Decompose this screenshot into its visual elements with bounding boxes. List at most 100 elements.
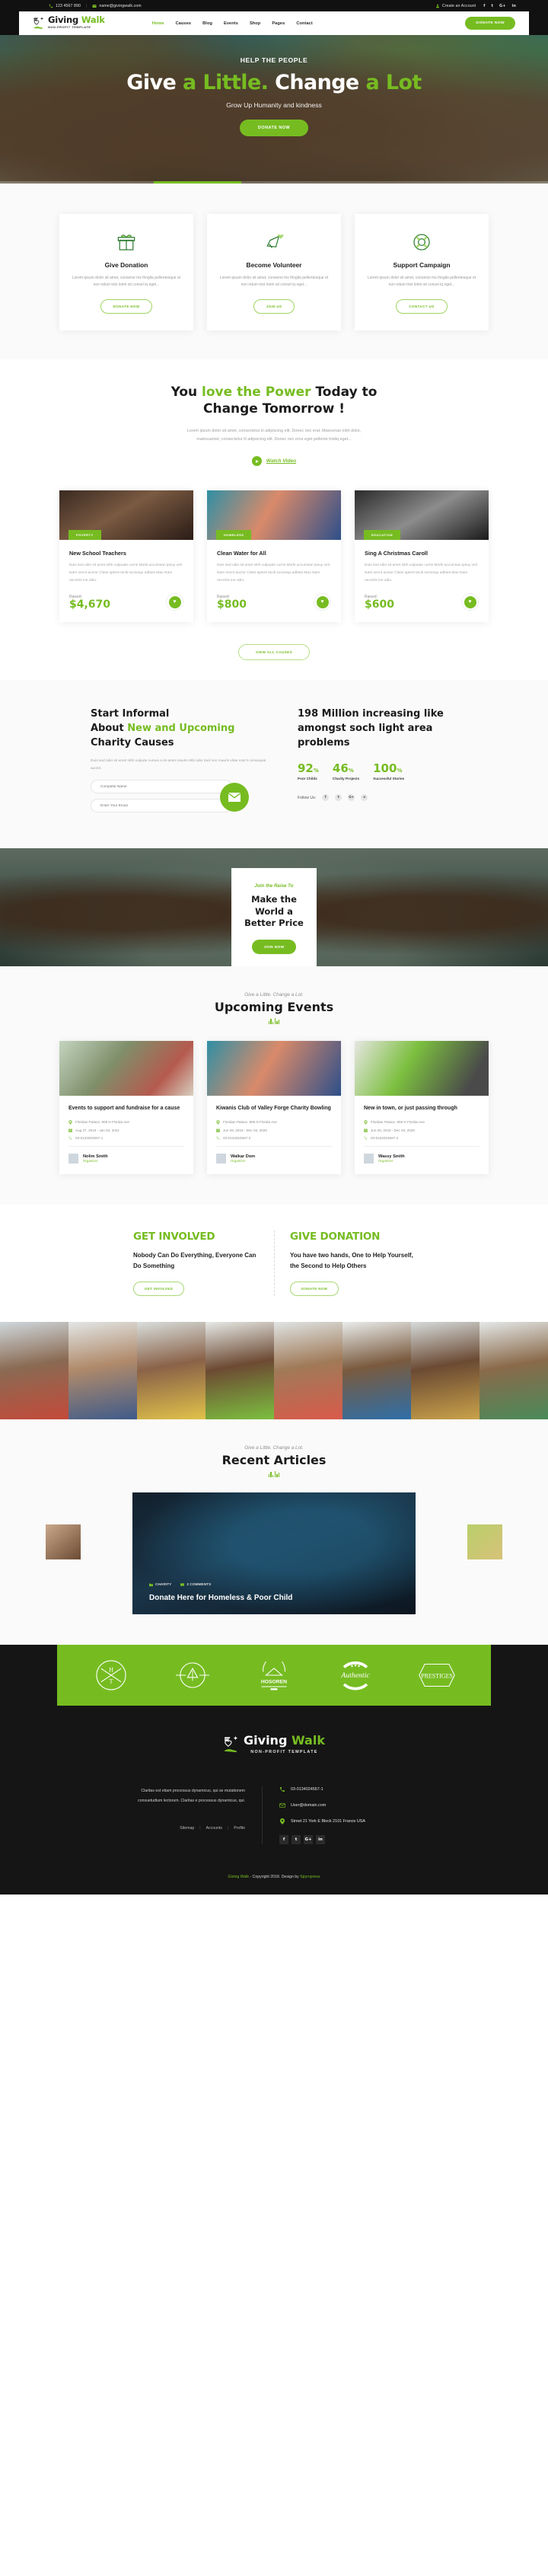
footer-link-accounts[interactable]: Accounts: [206, 1826, 222, 1831]
featured-article-card[interactable]: CHARITY 2 COMMENTS Donate Here for Homel…: [132, 1492, 416, 1614]
nav-item-causes[interactable]: Causes: [176, 21, 192, 26]
cause-card[interactable]: EDUCATION Sing A Christmas Caroll Duis s…: [355, 490, 489, 623]
article-thumb-next[interactable]: [467, 1524, 502, 1559]
nav-item-blog[interactable]: Blog: [202, 21, 212, 26]
svg-text:HOSOREN: HOSOREN: [261, 1679, 287, 1684]
footer-link-sitemap[interactable]: Sitemap: [180, 1826, 194, 1831]
facebook-icon[interactable]: f: [322, 794, 330, 802]
create-account-link[interactable]: Create an Account: [435, 4, 476, 8]
email-input[interactable]: [91, 799, 232, 813]
get-involved-button[interactable]: GET INVOLVED: [133, 1281, 185, 1296]
cause-raised-amount: $600: [365, 599, 394, 611]
cause-text: Duis sed odio sit amet nibh vulpuate cur…: [69, 563, 183, 583]
footer-logo-subtitle: NON-PROFIT TEMPLATE: [250, 1749, 318, 1754]
causes-section: POVERTY New School Teachers Duis sed odi…: [0, 474, 548, 661]
brand-logo-authentic: Authentic: [333, 1656, 378, 1694]
linkedin-icon[interactable]: in: [316, 1834, 325, 1844]
topbar-divider: |: [85, 3, 88, 8]
heart-badge-icon[interactable]: ♥: [461, 593, 479, 611]
linkedin-icon[interactable]: in: [512, 4, 516, 8]
join-now-button[interactable]: JOIN NOW: [251, 939, 297, 954]
stats-row: 92% Poor Childs 46% Charity Projects 100…: [298, 761, 457, 780]
stat-item: 46% Charity Projects: [333, 761, 359, 780]
copyright-author[interactable]: Spyropress: [300, 1875, 320, 1879]
twitter-icon[interactable]: t: [492, 4, 494, 8]
informal-text: Duis sed odio sit amet nibh vulpute curs…: [91, 759, 266, 771]
footer-email[interactable]: User@domain.com: [279, 1802, 422, 1808]
event-date: Jun 28, 2018 - Dec 04, 2020: [364, 1128, 480, 1132]
cause-card[interactable]: HOMELESS Clean Water for All Duis sed od…: [207, 490, 341, 623]
facebook-icon[interactable]: f: [483, 4, 485, 8]
power-section: You love the Power Today to Change Tomorr…: [0, 359, 548, 474]
cause-raised-amount: $800: [217, 599, 247, 611]
event-date: Jun 28, 2018 - Dec 04, 2020: [216, 1128, 332, 1132]
twitter-icon[interactable]: t: [292, 1834, 301, 1844]
site-logo[interactable]: Giving Walk NON-PROFIT TEMPLATE: [33, 15, 105, 30]
brand-logo-original-design: [170, 1656, 215, 1694]
event-place: Floridan Palace, 905 N Florida Ave: [216, 1119, 332, 1125]
service-card[interactable]: Support Campaign Lorem ipsum dolor sit a…: [355, 214, 489, 330]
stat-item: 92% Poor Childs: [298, 761, 319, 780]
event-title: Events to support and fundraise for a ca…: [68, 1106, 180, 1112]
googleplus-icon[interactable]: G+: [304, 1834, 313, 1844]
page: 123 4567 890 | name@givingwalk.com Creat…: [0, 0, 548, 1894]
gift-icon: [72, 231, 181, 254]
nav-item-contact[interactable]: Contact: [296, 21, 313, 26]
give-donation-button[interactable]: DONATE NOW: [290, 1281, 339, 1296]
hero-slider-progress[interactable]: [0, 181, 548, 184]
phone-icon: [280, 1786, 285, 1792]
article-thumb-prev[interactable]: [46, 1524, 81, 1559]
calendar-icon: [216, 1128, 220, 1132]
service-button[interactable]: DONATE NOW: [100, 298, 153, 314]
event-image: [59, 1041, 193, 1096]
cause-card[interactable]: POVERTY New School Teachers Duis sed odi…: [59, 490, 193, 623]
view-all-causes-button[interactable]: VIEW ALL CAUSES: [237, 644, 311, 661]
topbar-email[interactable]: name@givingwalk.com: [92, 4, 142, 8]
service-card[interactable]: Give Donation Lorem ipsum dolor sit amet…: [59, 214, 193, 330]
footer-logo[interactable]: Giving Walk NON-PROFIT TEMPLATE: [0, 1734, 548, 1754]
header-donate-button[interactable]: DONATE NOW: [465, 17, 515, 30]
articles-kicker: Give a Little. Change a Lot.: [244, 1444, 304, 1451]
cause-raised-amount: $4,670: [69, 599, 111, 611]
vimeo-icon[interactable]: v: [361, 794, 368, 802]
twitter-icon[interactable]: t: [335, 794, 342, 802]
organizer-name: Wassy Smith: [378, 1154, 405, 1159]
equalizer-divider-icon: [0, 1470, 548, 1477]
avatar: [364, 1153, 374, 1164]
power-text: Lorem ipsum dolor sit amet, consectetur …: [186, 429, 362, 442]
cause-tag: HOMELESS: [216, 530, 252, 540]
heart-badge-icon[interactable]: ♥: [314, 593, 331, 611]
raise-title: Make the World a Better Price: [244, 894, 304, 929]
phone-icon: [68, 1136, 72, 1140]
googleplus-icon[interactable]: G+: [499, 4, 506, 8]
event-card[interactable]: Kiwanis Club of Valley Forge Charity Bow…: [207, 1041, 341, 1174]
articles-section: Give a Little. Change a Lot. Recent Arti…: [0, 1419, 548, 1645]
heart-badge-icon[interactable]: ♥: [166, 593, 183, 611]
informal-title: Start Informal About New and Upcoming Char…: [91, 708, 235, 749]
service-button[interactable]: JOIN US: [253, 298, 295, 314]
footer-phone[interactable]: 03-0134024567-1: [279, 1786, 422, 1792]
service-button[interactable]: CONTACT US: [396, 298, 448, 314]
hero-donate-button[interactable]: DONATE NOW: [239, 120, 309, 136]
service-card[interactable]: Become Volunteer Lorem ipsum dolor sit a…: [207, 214, 341, 330]
submit-envelope-button[interactable]: [220, 783, 249, 812]
nav-item-shop[interactable]: Shop: [250, 21, 260, 26]
stat-value: 46: [332, 761, 349, 776]
nav-item-home[interactable]: Home: [152, 21, 164, 26]
facebook-icon[interactable]: f: [279, 1834, 288, 1844]
nav-item-events[interactable]: Events: [224, 21, 238, 26]
organizer-role: Organizer: [231, 1158, 246, 1163]
create-account-text: Create an Account: [441, 3, 476, 8]
googleplus-icon[interactable]: G+: [348, 794, 355, 802]
event-date: Aug 27, 2016 - Jan 04, 2021: [68, 1128, 184, 1132]
name-input[interactable]: [91, 780, 232, 794]
location-pin-icon: [280, 1818, 285, 1824]
topbar-phone[interactable]: 123 4567 890: [49, 4, 81, 8]
watch-video-link[interactable]: Watch Video: [0, 456, 548, 466]
nav-item-pages[interactable]: Pages: [272, 21, 285, 26]
footer-link-profile[interactable]: Profile: [234, 1826, 245, 1831]
event-card[interactable]: New in town, or just passing through Flo…: [355, 1041, 489, 1174]
events-title: Upcoming Events: [214, 1000, 334, 1015]
stat-label: Poor Childs: [298, 777, 317, 781]
event-card[interactable]: Events to support and fundraise for a ca…: [59, 1041, 193, 1174]
